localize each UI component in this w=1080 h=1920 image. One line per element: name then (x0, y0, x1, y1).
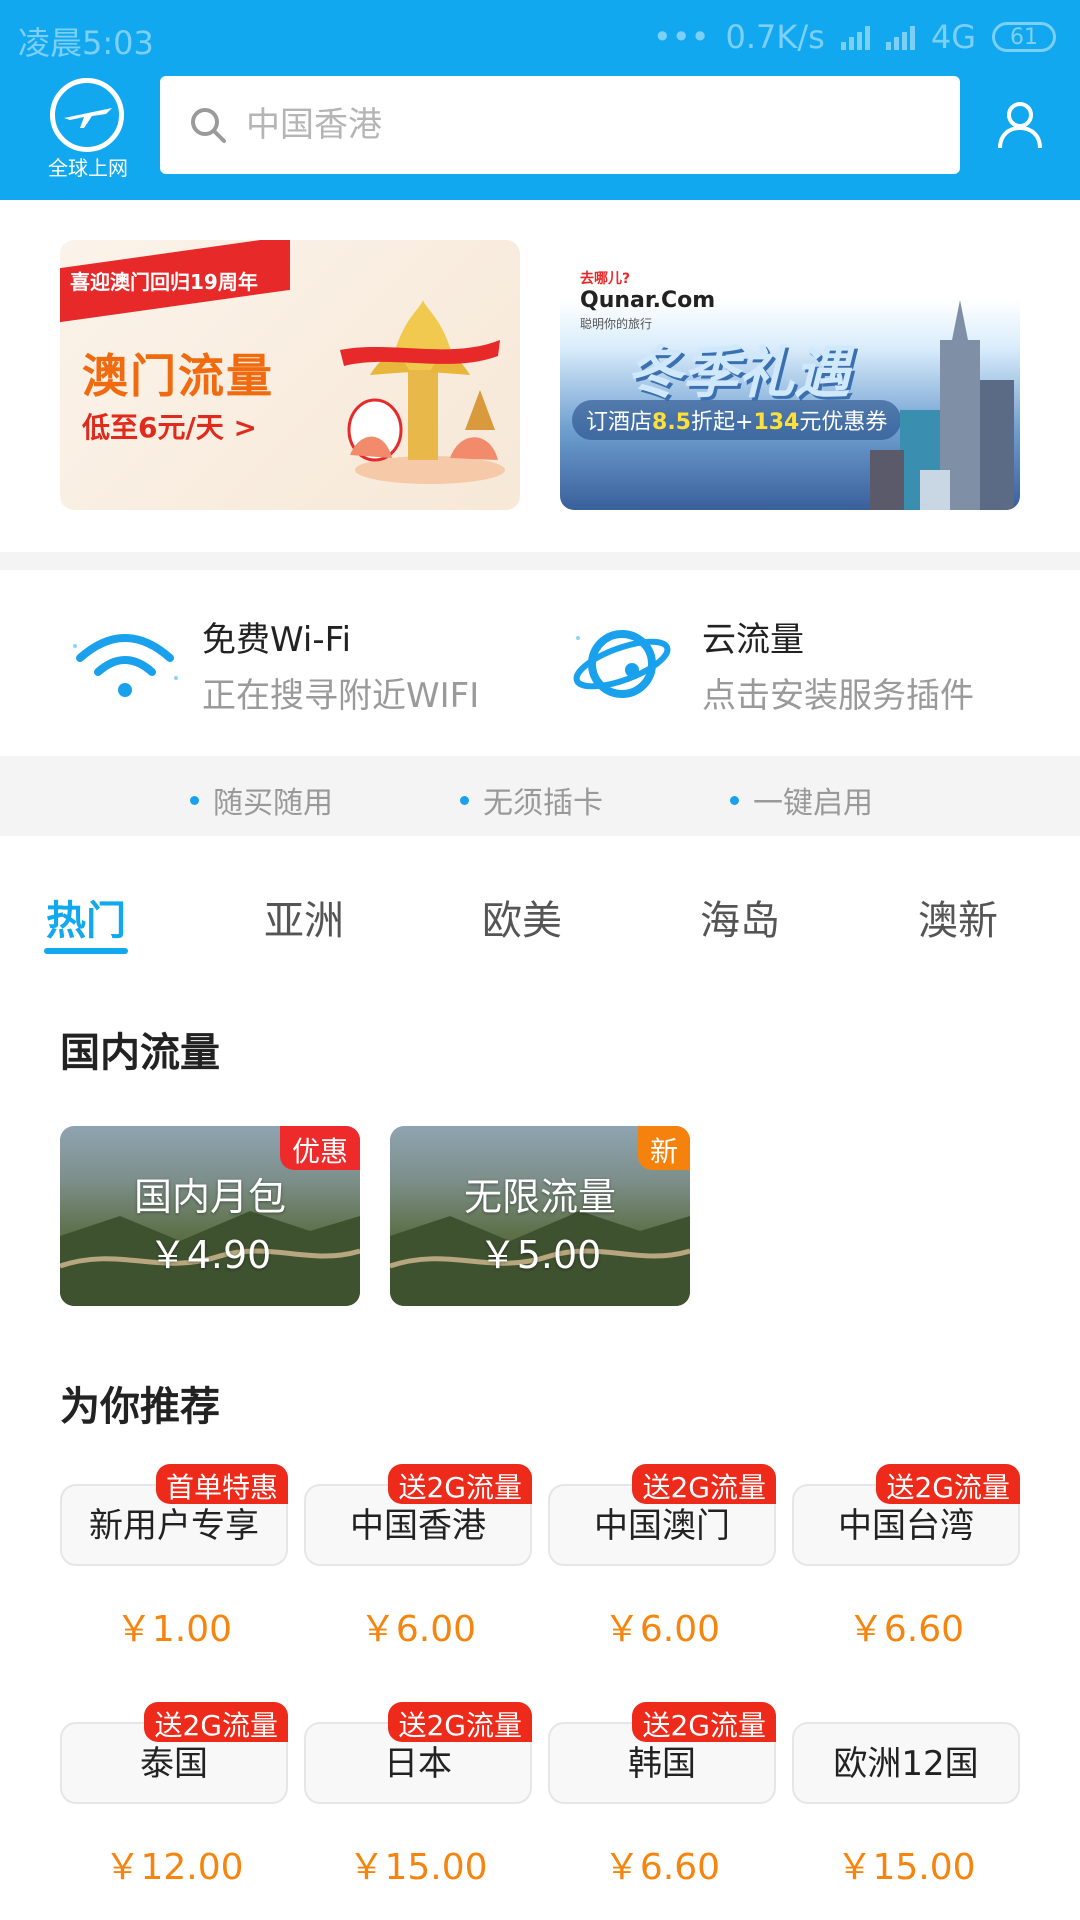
recommend-item-price: ￥6.00 (359, 1609, 477, 1650)
recommend-section-title: 为你推荐 (60, 1384, 220, 1430)
recommend-item-name: 欧洲12国 (833, 1744, 979, 1784)
plane-icon (64, 108, 112, 128)
recommend-item-price: ￥6.60 (847, 1609, 965, 1650)
battery-icon: 61 (992, 22, 1056, 52)
recommend-item-badge: 送2G流量 (632, 1702, 776, 1742)
search-input[interactable] (246, 105, 926, 145)
banner-subtitle: 低至6元/天 > (82, 411, 257, 444)
recommend-item-price: ￥1.00 (115, 1609, 233, 1650)
tab-hot[interactable]: 热门 (46, 888, 126, 946)
macau-data-banner[interactable]: 喜迎澳门回归19周年 澳门流量 低至6元/天 > (60, 240, 520, 510)
recommend-item-badge: 首单特惠 (155, 1464, 288, 1504)
card-price: ￥4.90 (148, 1233, 272, 1277)
perk-item: 随买随用 (190, 778, 333, 822)
feature-title: 云流量 (702, 620, 804, 660)
logo-text: 全球上网 (48, 156, 128, 180)
planet-icon (573, 630, 671, 698)
app-logo[interactable]: 全球上网 (38, 78, 134, 180)
wifi-icon (73, 634, 178, 697)
recommend-item-badge: 送2G流量 (388, 1702, 532, 1742)
card-badge: 新 (637, 1126, 690, 1170)
recommend-item-price: ￥12.00 (104, 1847, 244, 1888)
tab-europe-america[interactable]: 欧美 (482, 888, 562, 946)
recommend-item-price: ￥15.00 (836, 1847, 976, 1888)
recommend-item[interactable]: 中国澳门 送2G流量 ￥6.00 (548, 1464, 776, 1660)
recommend-item-badge: 送2G流量 (632, 1464, 776, 1504)
recommend-item[interactable]: 中国台湾 送2G流量 ￥6.60 (792, 1464, 1020, 1660)
domestic-section-title: 国内流量 (60, 1030, 220, 1076)
banner-promo: 订酒店8.5折起+134元优惠券 (572, 400, 902, 440)
active-tab-indicator (44, 948, 128, 954)
recommend-item-badge: 送2G流量 (144, 1702, 288, 1742)
network-speed: 0.7K/s (725, 18, 825, 56)
banner-ribbon: 喜迎澳门回归19周年 (60, 240, 290, 323)
card-name: 国内月包 (133, 1175, 286, 1219)
card-name: 无限流量 (463, 1175, 616, 1219)
recommend-item[interactable]: 泰国 送2G流量 ￥12.00 (60, 1702, 288, 1898)
network-type: 4G (930, 18, 976, 56)
perks-bar: 随买随用 无须插卡 一键启用 (0, 756, 1080, 836)
recommend-item[interactable]: 日本 送2G流量 ￥15.00 (304, 1702, 532, 1898)
app-header: 凌晨5:03 ••• 0.7K/s 4G 61 全球上网 (0, 0, 1080, 200)
user-icon[interactable] (996, 100, 1044, 150)
recommend-item[interactable]: 欧洲12国 ￥15.00 (792, 1702, 1020, 1898)
signal-icon (885, 24, 915, 50)
search-bar[interactable] (160, 76, 960, 174)
domestic-plan-card[interactable]: 优惠 国内月包 ￥4.90 (60, 1126, 360, 1306)
banner-title: 澳门流量 (82, 349, 274, 403)
recommend-item-badge: 送2G流量 (876, 1464, 1020, 1504)
section-divider (0, 552, 1080, 570)
recommend-item-price: ￥15.00 (348, 1847, 488, 1888)
status-indicators: ••• 0.7K/s 4G 61 (653, 18, 1056, 56)
perk-item: 一键启用 (730, 778, 873, 822)
qunar-logo: 去哪儿? Qunar.Com 聪明你的旅行 (580, 271, 716, 331)
status-bar: 凌晨5:03 ••• 0.7K/s 4G 61 (0, 0, 1080, 72)
tab-asia[interactable]: 亚洲 (264, 888, 344, 946)
card-price: ￥5.00 (478, 1233, 602, 1277)
city-skyline-icon (870, 300, 1014, 510)
tab-oceania[interactable]: 澳新 (918, 888, 998, 946)
region-tabs: 热门 亚洲 欧美 海岛 澳新 (0, 876, 1080, 966)
domestic-plan-card[interactable]: 新 无限流量 ￥5.00 (390, 1126, 690, 1306)
recommend-item-price: ￥6.00 (603, 1609, 721, 1650)
more-dots-icon: ••• (652, 18, 710, 56)
status-time: 凌晨5:03 (18, 24, 154, 62)
lotus-illustration-icon (340, 300, 505, 484)
banner-title: 冬季礼遇 (626, 341, 850, 406)
card-badge: 优惠 (279, 1126, 360, 1170)
feature-subtitle: 点击安装服务插件 (702, 676, 974, 716)
recommend-item-price: ￥6.60 (603, 1847, 721, 1888)
recommend-item[interactable]: 韩国 送2G流量 ￥6.60 (548, 1702, 776, 1898)
recommend-item-badge: 送2G流量 (388, 1464, 532, 1504)
search-icon (191, 108, 226, 143)
recommend-item[interactable]: 新用户专享 首单特惠 ￥1.00 (60, 1464, 288, 1660)
recommend-item[interactable]: 中国香港 送2G流量 ￥6.00 (304, 1464, 532, 1660)
feature-title: 免费Wi-Fi (202, 620, 352, 660)
qunar-winter-banner[interactable]: 去哪儿? Qunar.Com 聪明你的旅行 冬季礼遇 订酒店8.5折起+134元… (560, 240, 1020, 510)
perk-item: 无须插卡 (460, 778, 603, 822)
tab-islands[interactable]: 海岛 (700, 888, 780, 946)
signal-icon (840, 24, 870, 50)
feature-subtitle: 正在搜寻附近WIFI (202, 676, 480, 716)
